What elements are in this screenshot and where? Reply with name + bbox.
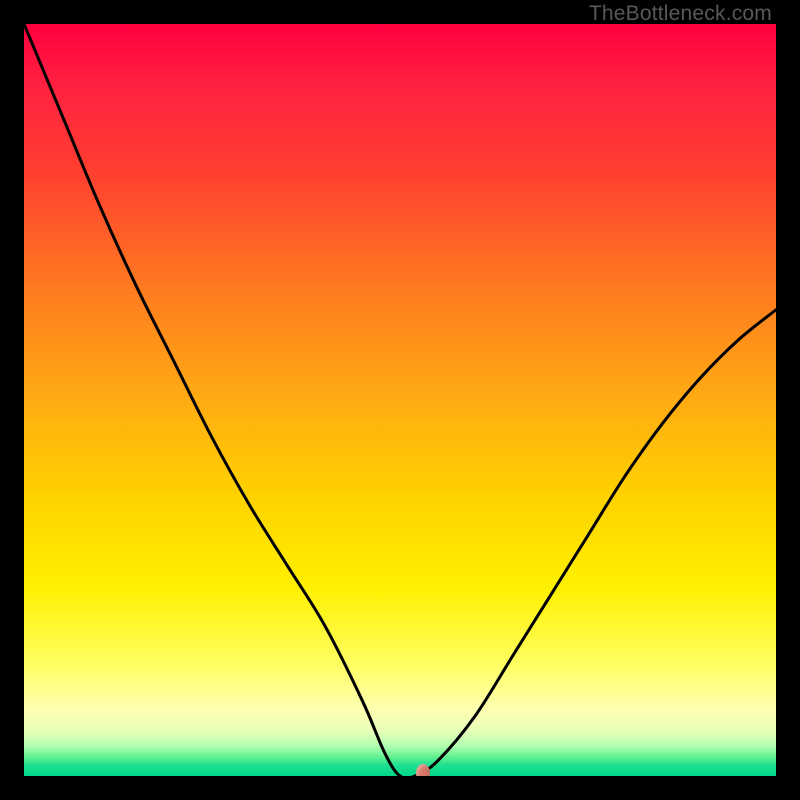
- attribution-text: TheBottleneck.com: [589, 2, 772, 26]
- optimal-point-marker: [416, 764, 430, 776]
- bottleneck-curve: [24, 24, 776, 776]
- chart-container: TheBottleneck.com: [0, 0, 800, 800]
- frame-left: [0, 0, 24, 800]
- frame-bottom: [0, 776, 800, 800]
- plot-area: [24, 24, 776, 776]
- frame-right: [776, 0, 800, 800]
